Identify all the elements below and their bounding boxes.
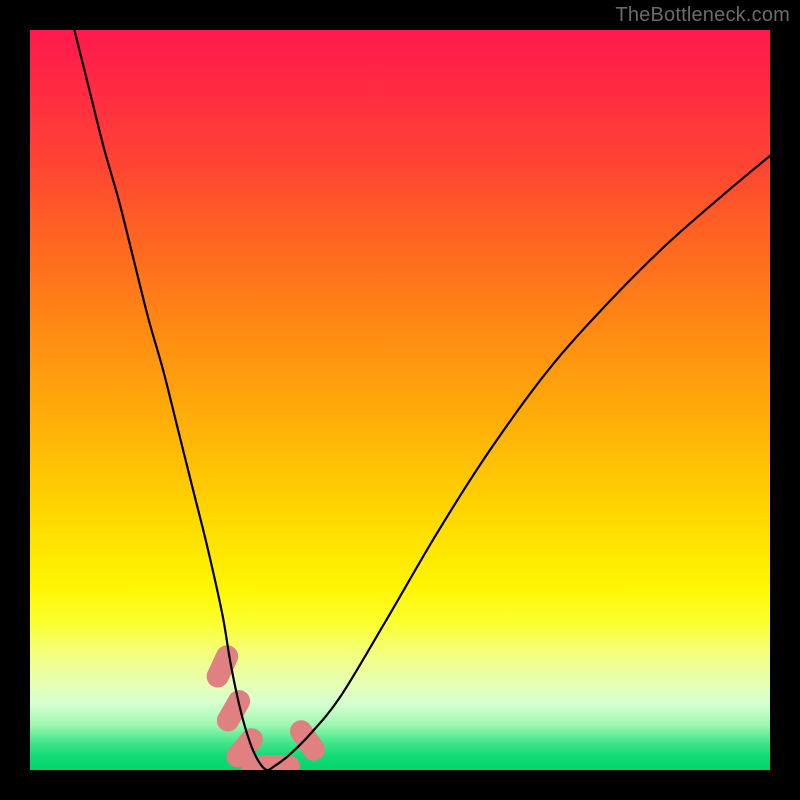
watermark-text: TheBottleneck.com (615, 4, 790, 27)
chart-frame: TheBottleneck.com (0, 0, 800, 800)
marker-group (203, 642, 329, 770)
curve-marker (263, 755, 300, 770)
curve-marker (203, 642, 242, 692)
curve-layer (30, 30, 770, 770)
bottleneck-curve (74, 30, 770, 770)
plot-area (30, 30, 770, 770)
curve-marker (213, 686, 254, 736)
